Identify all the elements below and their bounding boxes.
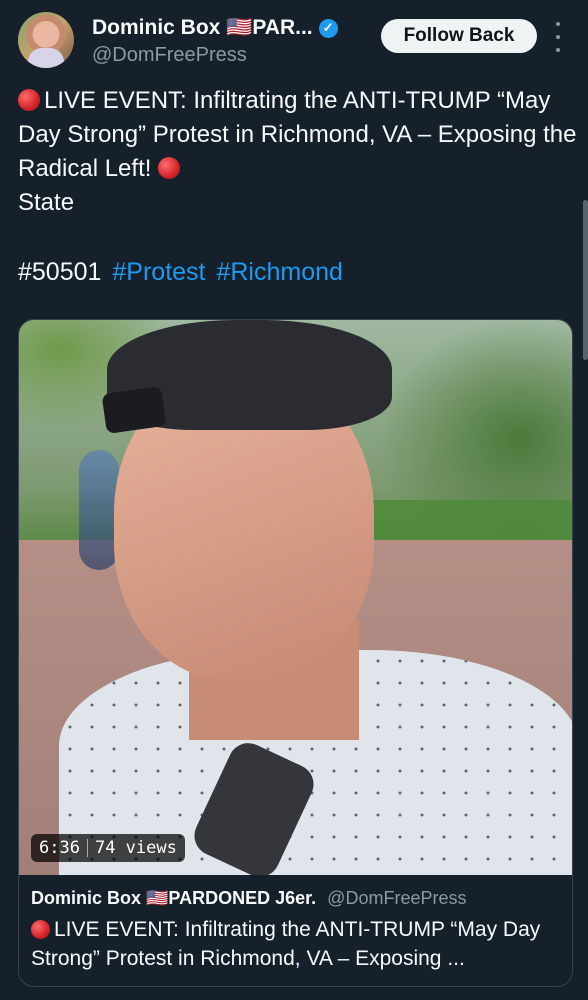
author-name-row[interactable]: Dominic Box 🇺🇸PAR... ✓ <box>92 16 338 40</box>
author-display-name[interactable]: Dominic Box 🇺🇸PAR... <box>92 16 313 40</box>
red-circle-icon <box>18 89 40 111</box>
hashtag-protest[interactable]: #Protest <box>112 258 205 286</box>
video-duration: 6:36 <box>39 838 80 858</box>
quoted-tweet[interactable]: Dominic Box 🇺🇸PARDONED J6er. @DomFreePre… <box>31 888 561 973</box>
video-duration-badge: 6:36 74 views <box>31 834 185 862</box>
quoted-author-handle: @DomFreePress <box>327 888 467 908</box>
scrollbar[interactable] <box>583 200 588 360</box>
hashtag-50501: #50501 <box>18 258 102 286</box>
video-player[interactable]: 6:36 74 views <box>19 320 572 875</box>
avatar[interactable] <box>18 12 74 68</box>
video-views: 74 views <box>94 838 177 858</box>
tweet-text-body: LIVE EVENT: Infiltrating the ANTI-TRUMP … <box>18 87 577 182</box>
more-options-icon[interactable] <box>552 22 564 52</box>
tweet-text: LIVE EVENT: Infiltrating the ANTI-TRUMP … <box>18 84 578 220</box>
follow-back-button[interactable]: Follow Back <box>381 19 537 53</box>
red-circle-icon <box>31 920 50 939</box>
quoted-author-name: Dominic Box 🇺🇸PARDONED J6er. <box>31 888 317 908</box>
author-handle[interactable]: @DomFreePress <box>92 44 247 67</box>
verified-badge-icon: ✓ <box>318 18 338 38</box>
quoted-text: LIVE EVENT: Infiltrating the ANTI-TRUMP … <box>31 918 541 970</box>
red-circle-icon <box>158 157 181 179</box>
tweet-header: Dominic Box 🇺🇸PAR... ✓ @DomFreePress Fol… <box>0 0 588 84</box>
hashtag-richmond[interactable]: #Richmond <box>216 258 342 286</box>
embedded-video-card[interactable]: 6:36 74 views Dominic Box 🇺🇸PARDONED J6e… <box>18 319 573 987</box>
tweet-text-state: State <box>18 189 75 216</box>
hashtags: #50501 #Protest #Richmond <box>18 258 343 287</box>
